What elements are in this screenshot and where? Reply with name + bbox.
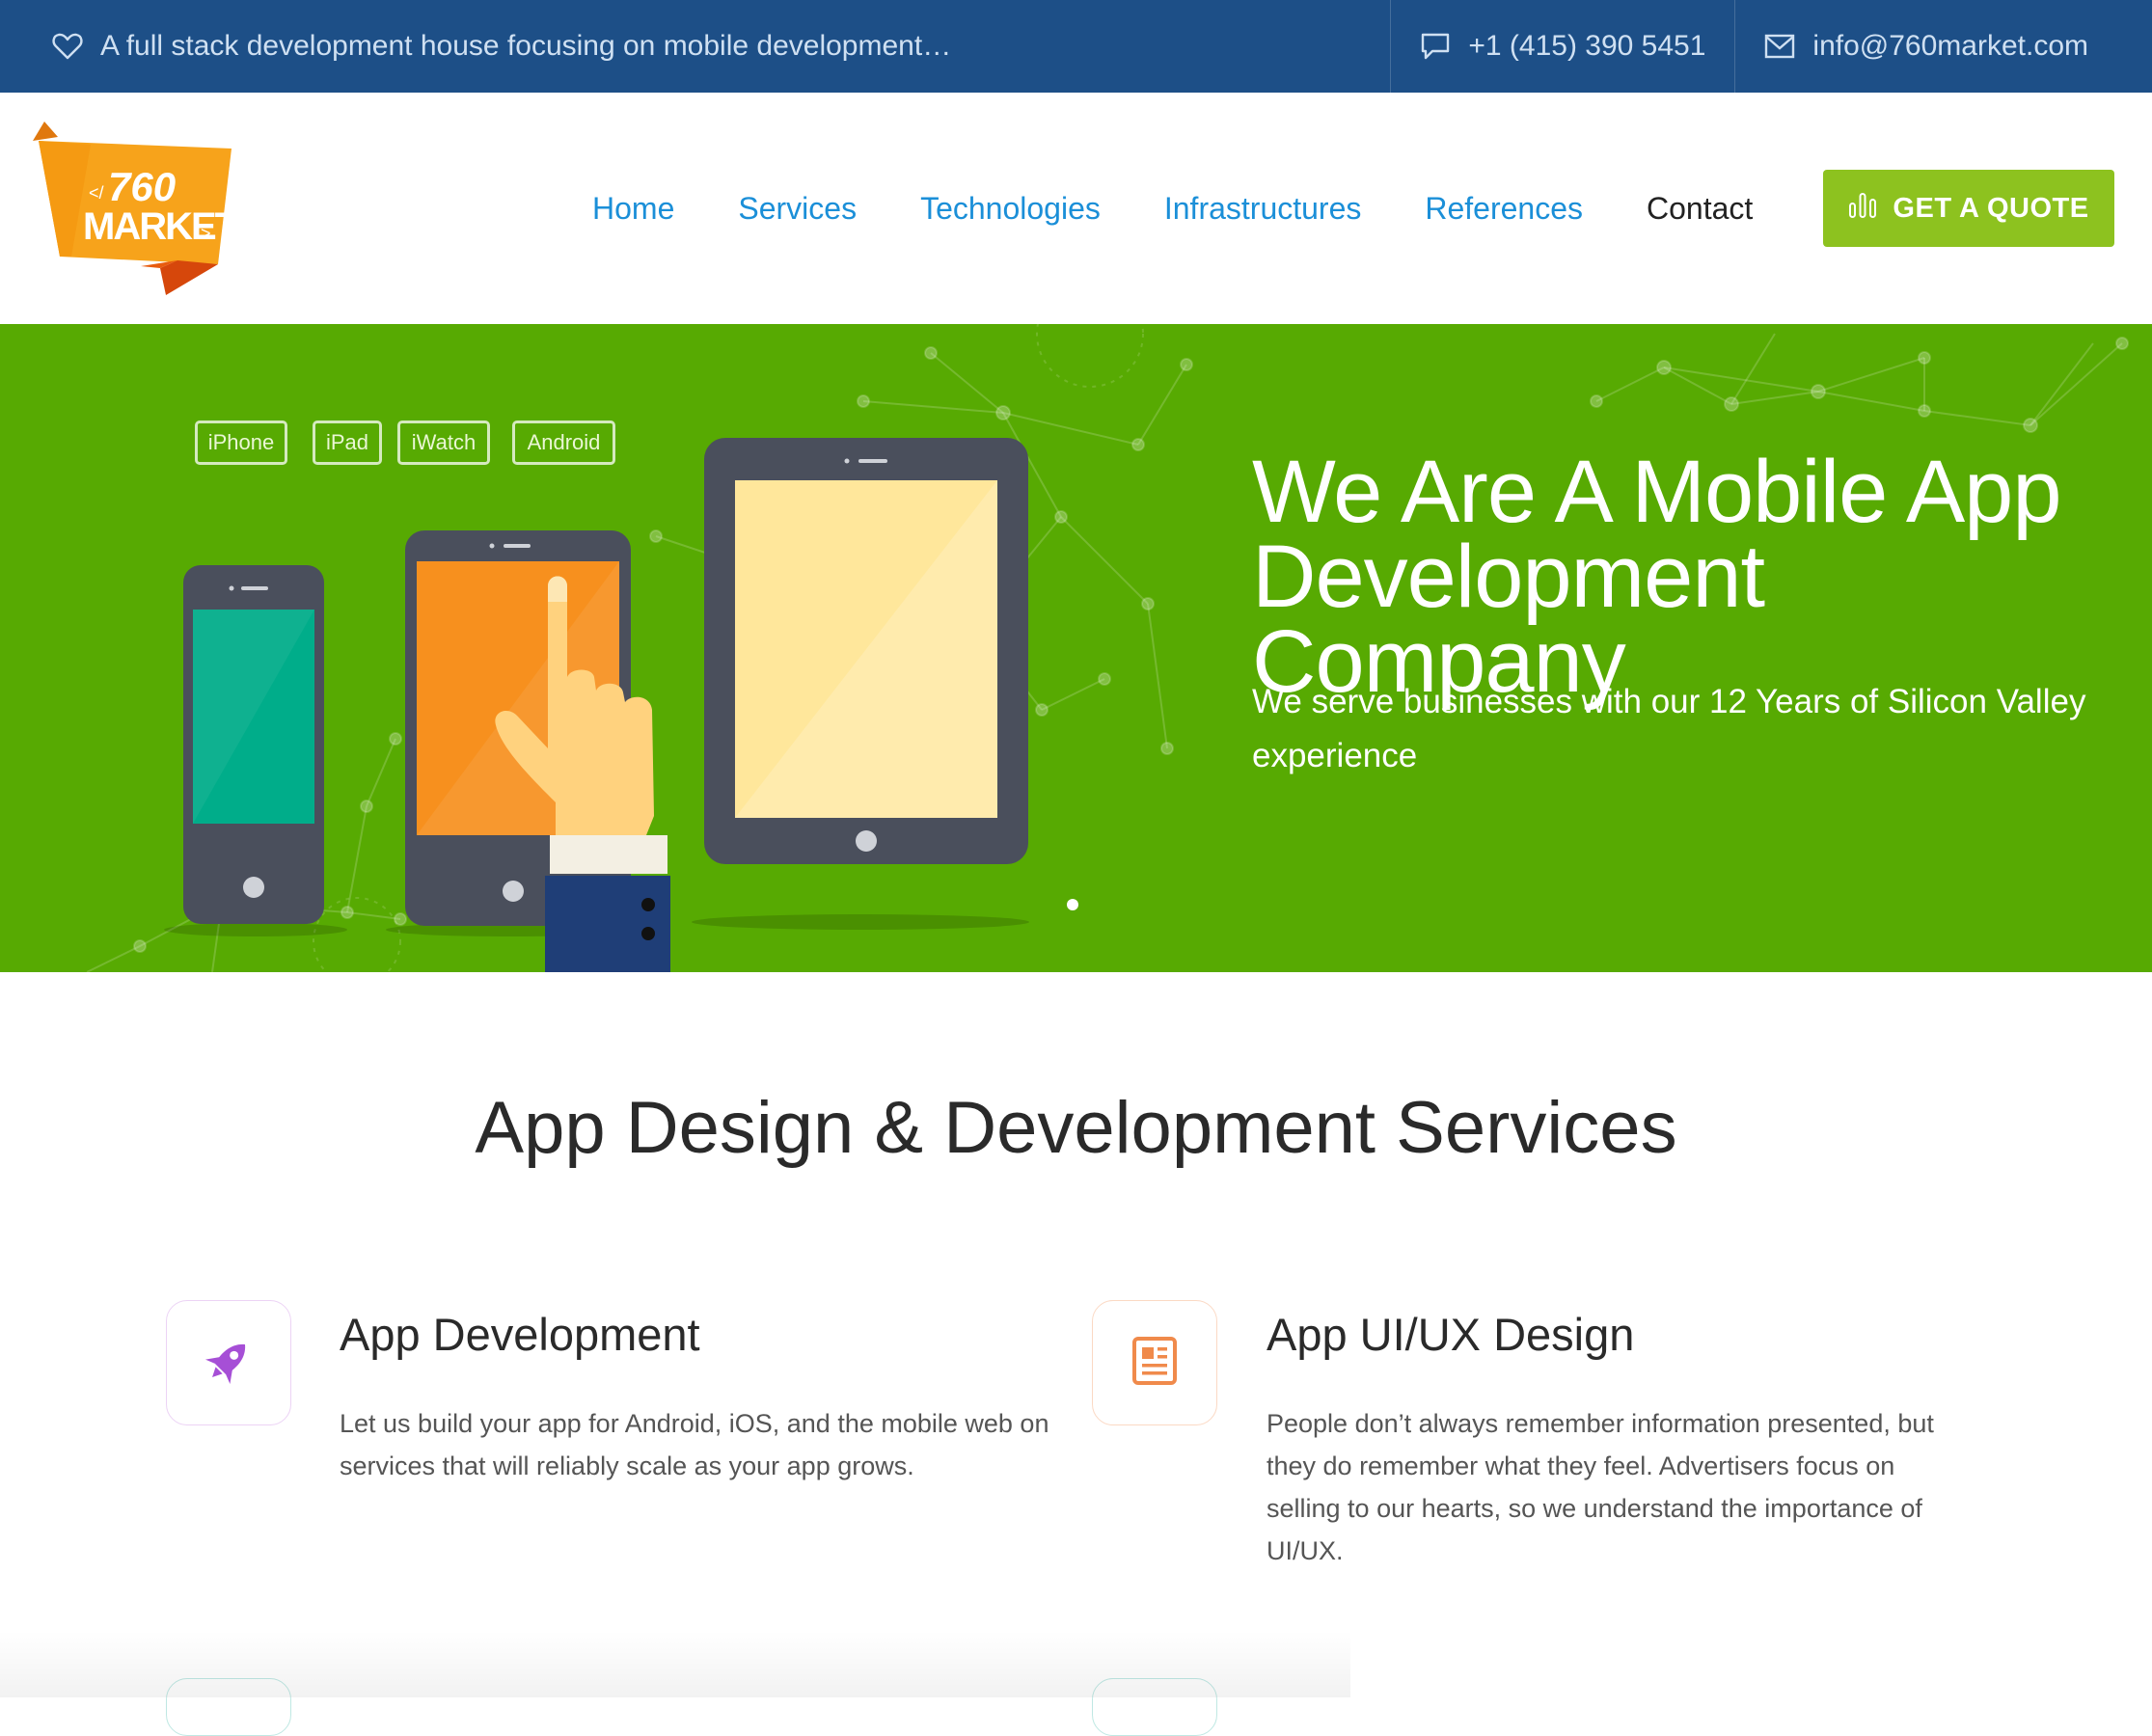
devices-illustration bbox=[164, 438, 1029, 972]
contact-info: +1 (415) 390 5451 info@760market.com bbox=[1390, 0, 2152, 93]
service-icon-box-app-development bbox=[166, 1300, 291, 1425]
bottom-shadow bbox=[0, 1630, 1350, 1697]
nav-home[interactable]: Home bbox=[592, 191, 674, 227]
hero-title-line-1: We Are A Mobile App bbox=[1252, 443, 2062, 541]
newspaper-icon bbox=[1131, 1336, 1178, 1391]
logo[interactable]: </ 760 MARKET > bbox=[33, 122, 240, 295]
svg-text:760: 760 bbox=[108, 164, 176, 209]
phone-number: +1 (415) 390 5451 bbox=[1468, 30, 1706, 62]
tagline: A full stack development house focusing … bbox=[52, 0, 951, 93]
rocket-icon bbox=[202, 1334, 256, 1393]
bar-chart-icon bbox=[1848, 190, 1877, 227]
phone-link[interactable]: +1 (415) 390 5451 bbox=[1390, 0, 1734, 93]
site-header: </ 760 MARKET > Home Services Technologi… bbox=[0, 93, 2152, 324]
service-title-app-development: App Development bbox=[340, 1309, 700, 1360]
nav-services[interactable]: Services bbox=[738, 191, 857, 227]
service-icon-box-ui-ux bbox=[1092, 1300, 1217, 1425]
heart-icon bbox=[52, 32, 83, 61]
get-a-quote-label: GET A QUOTE bbox=[1893, 192, 2089, 224]
large-tablet-graphic bbox=[704, 438, 1028, 864]
nav-contact[interactable]: Contact bbox=[1647, 191, 1753, 227]
slider-dot[interactable] bbox=[1067, 899, 1078, 910]
main-nav: Home Services Technologies Infrastructur… bbox=[592, 93, 1803, 324]
nav-references[interactable]: References bbox=[1425, 191, 1583, 227]
hero-subtitle: We serve businesses with our 12 Years of… bbox=[1252, 683, 2086, 774]
chat-icon bbox=[1420, 32, 1451, 61]
services-heading: App Design & Development Services bbox=[475, 1087, 1677, 1169]
svg-text:MARKET: MARKET bbox=[83, 205, 237, 248]
top-bar: A full stack development house focusing … bbox=[0, 0, 2152, 93]
email-link[interactable]: info@760market.com bbox=[1734, 0, 2152, 93]
tagline-text: A full stack development house focusing … bbox=[100, 30, 952, 62]
logo-top-prefix: </ bbox=[89, 183, 104, 203]
smartphone-graphic bbox=[183, 565, 324, 924]
email-address: info@760market.com bbox=[1812, 30, 2088, 62]
nav-technologies[interactable]: Technologies bbox=[920, 191, 1101, 227]
service-text-app-development: Let us build your app for Android, iOS, … bbox=[340, 1409, 1049, 1480]
service-text-ui-ux: People don’t always remember information… bbox=[1267, 1409, 1934, 1565]
hero-title: We Are A Mobile App Development Company bbox=[1252, 448, 2139, 706]
mail-icon bbox=[1764, 34, 1795, 59]
svg-text:>: > bbox=[201, 224, 211, 243]
nav-infrastructures[interactable]: Infrastructures bbox=[1164, 191, 1362, 227]
get-a-quote-button[interactable]: GET A QUOTE bbox=[1823, 170, 2114, 247]
hero-banner: iPhone iPad iWatch Android We Are A Mobi… bbox=[0, 324, 2152, 972]
service-title-ui-ux: App UI/UX Design bbox=[1267, 1309, 1635, 1360]
